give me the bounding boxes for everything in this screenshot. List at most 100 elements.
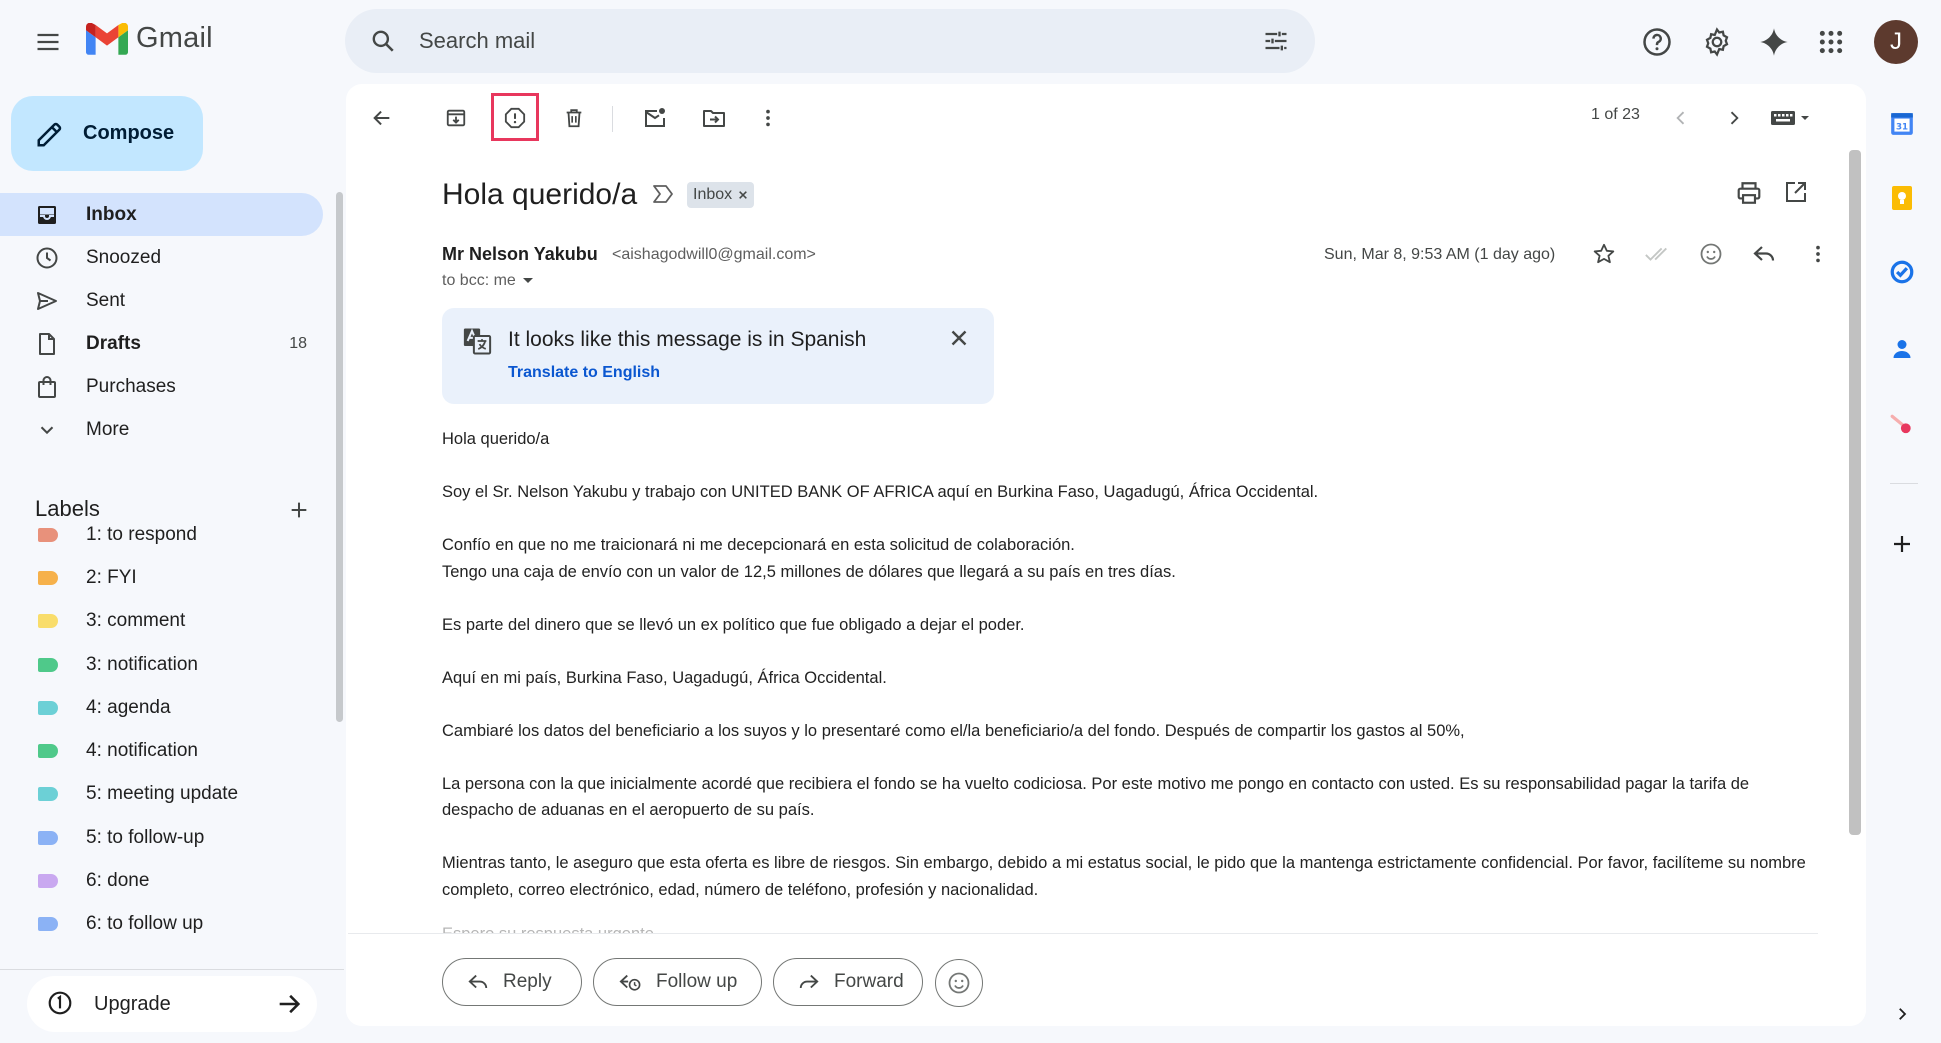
nav-item-purchases[interactable]: Purchases — [0, 365, 323, 408]
open-new-window-button[interactable] — [1784, 180, 1808, 204]
print-all-button[interactable] — [1736, 180, 1762, 206]
translate-link[interactable]: Translate to English — [508, 364, 660, 382]
keep-app-button[interactable] — [1882, 178, 1922, 218]
settings-button[interactable] — [1693, 18, 1741, 66]
add-reaction-button[interactable] — [1693, 236, 1729, 272]
drafts-count: 18 — [289, 334, 307, 352]
nav-item-inbox[interactable]: Inbox — [0, 193, 323, 236]
gmail-m-icon — [86, 22, 128, 55]
reply-button[interactable]: Reply — [442, 958, 582, 1006]
translate-banner: It looks like this message is in Spanish… — [442, 308, 994, 404]
close-banner-button[interactable] — [947, 326, 971, 350]
search-bar[interactable] — [345, 9, 1315, 73]
plus-icon — [1894, 536, 1910, 552]
search-options-icon[interactable] — [1260, 25, 1292, 57]
tasks-app-button[interactable] — [1882, 252, 1922, 292]
input-tools-button[interactable] — [1764, 96, 1820, 140]
upgrade-button[interactable]: Upgrade — [27, 976, 317, 1032]
compose-button[interactable]: Compose — [11, 96, 203, 171]
label-item[interactable]: 3: comment — [0, 600, 323, 643]
label-color-icon — [38, 917, 58, 932]
sidebar-divider — [0, 969, 344, 970]
pager-text: 1 of 23 — [1591, 106, 1640, 123]
send-icon — [34, 288, 60, 314]
contacts-app-button[interactable] — [1882, 329, 1922, 369]
nav-label: Sent — [86, 289, 126, 311]
label-item[interactable]: 6: done — [0, 859, 323, 902]
show-side-panel-button[interactable] — [1882, 994, 1922, 1034]
svg-text:31: 31 — [1896, 122, 1908, 132]
account-avatar[interactable]: J — [1874, 20, 1918, 64]
gmail-logo[interactable]: Gmail — [86, 22, 213, 55]
label-name: 4: agenda — [86, 696, 171, 718]
calendar-icon: 31 — [1891, 113, 1913, 135]
toolbar-divider — [612, 106, 613, 132]
help-button[interactable] — [1633, 18, 1681, 66]
body-paragraph: Es parte del dinero que se llevó un ex p… — [442, 615, 1025, 634]
caret-down-icon[interactable] — [522, 275, 534, 287]
label-item[interactable]: 5: meeting update — [0, 773, 323, 816]
follow-up-icon — [618, 971, 642, 993]
newer-button[interactable] — [1659, 96, 1703, 140]
label-name: 3: comment — [86, 610, 186, 632]
message-more-button[interactable] — [1800, 236, 1836, 272]
read-receipt-button[interactable] — [1639, 236, 1675, 272]
search-icon[interactable] — [367, 25, 399, 57]
emoji-reaction-button[interactable] — [935, 959, 983, 1007]
body-paragraph: La persona con la que inicialmente acord… — [442, 774, 1750, 820]
label-color-icon — [38, 874, 58, 889]
back-button[interactable] — [360, 96, 404, 140]
forward-button[interactable]: Forward — [773, 958, 923, 1006]
nav-item-snoozed[interactable]: Snoozed — [0, 236, 323, 279]
pencil-icon — [35, 119, 65, 149]
nav-item-drafts[interactable]: Drafts 18 — [0, 322, 323, 365]
reply-divider — [348, 933, 1818, 934]
star-button[interactable] — [1586, 236, 1622, 272]
follow-up-button[interactable]: Follow up — [593, 958, 762, 1006]
get-addons-button[interactable] — [1882, 524, 1922, 564]
chevron-right-icon — [1730, 111, 1739, 125]
message-body: Hola querido/a Soy el Sr. Nelson Yakubu … — [442, 426, 1822, 930]
main-menu-button[interactable] — [24, 18, 72, 66]
search-input[interactable] — [419, 23, 1199, 59]
delete-button[interactable] — [552, 96, 596, 140]
tasks-icon — [1890, 260, 1914, 284]
gemini-button[interactable] — [1750, 18, 1798, 66]
body-paragraph: Mientras tanto, le aseguro que esta ofer… — [442, 854, 1806, 899]
remove-label-icon[interactable] — [738, 190, 748, 200]
message-scrollbar[interactable] — [1849, 150, 1861, 835]
sidebar: Compose Inbox Snoozed Sent Drafts 18 Pur… — [0, 84, 344, 1043]
label-item[interactable]: 1: to respond — [0, 513, 323, 556]
move-folder-icon — [703, 110, 725, 127]
label-item[interactable]: 3: notification — [0, 643, 323, 686]
calendar-app-button[interactable]: 31 — [1882, 104, 1922, 144]
sidebar-scrollbar[interactable] — [336, 192, 343, 722]
label-item[interactable]: 6: to follow up — [0, 903, 323, 946]
label-color-icon — [38, 830, 58, 845]
apps-button[interactable] — [1807, 18, 1855, 66]
side-panel-rail: 31 — [1866, 84, 1941, 1043]
arrow-right-icon — [275, 990, 303, 1018]
label-item[interactable]: 2: FYI — [0, 556, 323, 599]
nav-item-more[interactable]: More — [0, 408, 323, 451]
mark-unread-button[interactable] — [633, 96, 677, 140]
mark-unread-icon — [645, 108, 665, 127]
label-item[interactable]: 5: to follow-up — [0, 816, 323, 859]
label-item[interactable]: 4: agenda — [0, 686, 323, 729]
reply-button-top[interactable] — [1746, 236, 1782, 272]
info-circle-icon — [47, 990, 73, 1016]
archive-button[interactable] — [434, 96, 478, 140]
more-options-button[interactable] — [746, 96, 790, 140]
label-item[interactable]: 4: notification — [0, 729, 323, 772]
addon-app-button[interactable] — [1882, 405, 1922, 445]
move-to-button[interactable] — [692, 96, 736, 140]
older-button[interactable] — [1712, 96, 1756, 140]
nav-label: Snoozed — [86, 246, 162, 268]
importance-marker-icon[interactable] — [651, 183, 675, 205]
sender-name[interactable]: Mr Nelson Yakubu — [442, 244, 598, 265]
label-color-icon — [38, 744, 58, 759]
reply-label: Reply — [503, 971, 552, 992]
rail-divider — [1890, 483, 1918, 484]
recipients-line[interactable]: to bcc: me — [442, 272, 534, 290]
nav-item-sent[interactable]: Sent — [0, 279, 323, 322]
